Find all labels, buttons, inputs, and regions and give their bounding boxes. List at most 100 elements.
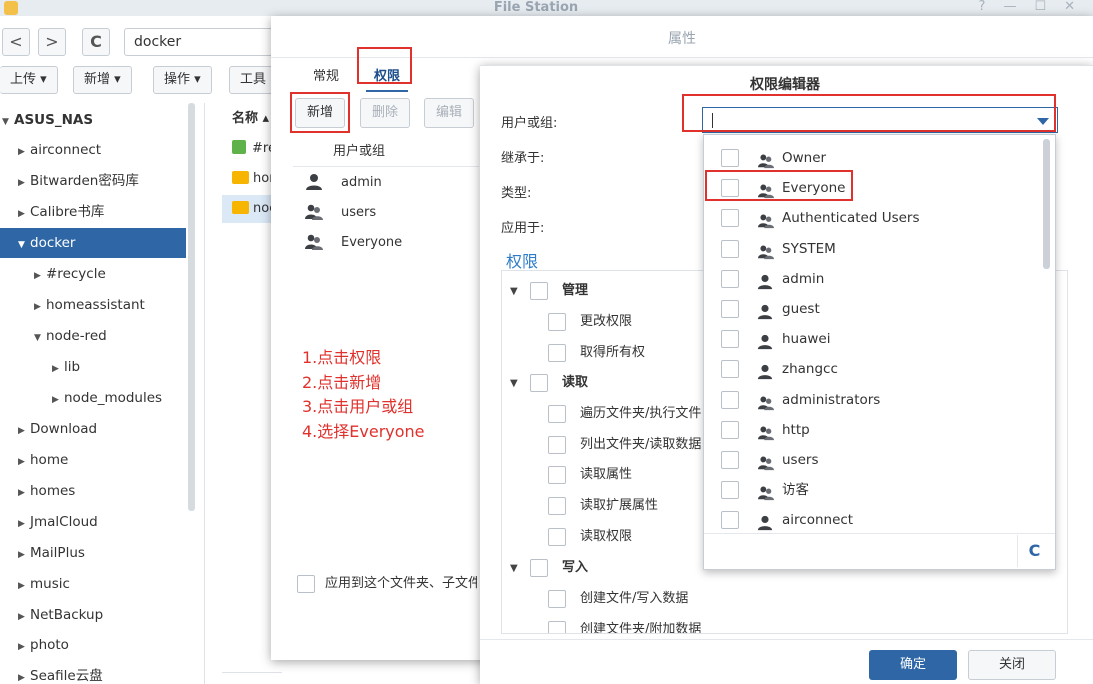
option-checkbox[interactable] xyxy=(721,451,739,469)
perm-checkbox[interactable] xyxy=(548,589,566,608)
dropdown-option[interactable]: administrators xyxy=(704,385,1042,415)
window-title: File Station xyxy=(493,0,579,15)
perm-checkbox[interactable] xyxy=(548,527,566,546)
tree-item-music[interactable]: ▶ music xyxy=(0,569,186,599)
dropdown-option[interactable]: airconnect xyxy=(704,505,1042,535)
dropdown-option[interactable]: admin xyxy=(704,264,1042,294)
option-checkbox[interactable] xyxy=(721,390,739,409)
permissions-section-title: 权限 xyxy=(506,252,539,271)
tree-item-jmalcloud[interactable]: ▶ JmalCloud xyxy=(0,507,186,537)
close-icon[interactable]: ✕ xyxy=(1064,0,1075,14)
dropdown-option[interactable]: Authenticated Users xyxy=(704,203,1042,233)
tree-item-bitwarden[interactable]: ▶ Bitwarden密码库 xyxy=(0,166,186,196)
close-button[interactable]: 关闭 xyxy=(968,650,1056,680)
create-button[interactable]: 新增 ▾ xyxy=(73,66,132,94)
perm-item[interactable]: 遍历文件夹/执行文件 xyxy=(548,399,701,429)
dropdown-option[interactable]: huawei xyxy=(704,324,1042,354)
instruction-step: 3.点击用户或组 xyxy=(302,397,414,416)
perm-checkbox[interactable] xyxy=(548,343,566,362)
perm-checkbox[interactable] xyxy=(548,435,566,454)
tree-item-recycle[interactable]: ▶ #recycle xyxy=(0,259,186,289)
perm-item[interactable]: 取得所有权 xyxy=(548,338,645,368)
perm-checkbox[interactable] xyxy=(548,496,566,515)
dropdown-option[interactable]: SYSTEM xyxy=(704,234,1042,264)
option-checkbox[interactable] xyxy=(721,149,739,167)
tree-item-home[interactable]: ▶ home xyxy=(0,445,186,475)
perm-checkbox[interactable] xyxy=(548,404,566,423)
option-label: Authenticated Users xyxy=(782,210,920,227)
operate-button[interactable]: 操作 ▾ xyxy=(153,66,212,94)
perm-item[interactable]: 创建文件夹/附加数据 xyxy=(548,615,701,633)
apply-subfolders-option[interactable]: 应用到这个文件夹、子文件 xyxy=(297,572,477,593)
table-row[interactable]: admin xyxy=(293,168,479,198)
perm-item[interactable]: 列出文件夹/读取数据 xyxy=(548,430,701,460)
ok-button[interactable]: 确定 xyxy=(869,650,957,680)
tree-item-mailplus[interactable]: ▶ MailPlus xyxy=(0,538,186,568)
maximize-icon[interactable]: ☐ xyxy=(1034,0,1046,14)
edit-button[interactable]: 编辑 xyxy=(424,98,475,128)
option-checkbox[interactable] xyxy=(721,330,739,349)
apply-subfolders-checkbox[interactable] xyxy=(297,574,315,593)
perm-item[interactable]: 读取扩展属性 xyxy=(548,491,658,521)
upload-button[interactable]: 上传 ▾ xyxy=(0,66,58,94)
option-checkbox[interactable] xyxy=(721,360,739,379)
option-checkbox[interactable] xyxy=(721,420,739,439)
chevron-right-icon: ▶ xyxy=(18,642,25,652)
table-row[interactable]: users xyxy=(293,198,479,228)
dropdown-option[interactable]: zhangcc xyxy=(704,354,1042,384)
perm-checkbox[interactable] xyxy=(530,373,548,392)
tree-item-photo[interactable]: ▶ photo xyxy=(0,630,186,660)
tree-item-homeassistant[interactable]: ▶ homeassistant xyxy=(0,290,186,320)
option-checkbox[interactable] xyxy=(721,209,739,228)
perm-checkbox[interactable] xyxy=(548,312,566,331)
option-checkbox[interactable] xyxy=(721,481,739,500)
refresh-button[interactable]: C xyxy=(82,28,110,56)
tree-item-airconnect[interactable]: ▶ airconnect xyxy=(0,135,186,165)
tab-general[interactable]: 常规 xyxy=(305,62,347,92)
perm-group-write[interactable]: ▼ 写入 xyxy=(510,553,588,583)
option-checkbox[interactable] xyxy=(721,300,739,318)
tree-item-calibre[interactable]: ▶ Calibre书库 xyxy=(0,197,186,227)
sidebar-scrollbar[interactable] xyxy=(188,103,195,511)
tree-item-netbackup[interactable]: ▶ NetBackup xyxy=(0,600,186,630)
dropdown-option[interactable]: http xyxy=(704,415,1042,445)
table-row[interactable]: Everyone xyxy=(293,228,479,258)
perm-item[interactable]: 更改权限 xyxy=(548,307,632,337)
tree-item-seafile[interactable]: ▶ Seafile云盘 xyxy=(0,661,186,684)
forward-button[interactable]: > xyxy=(38,28,66,56)
collapse-icon[interactable]: ▼ xyxy=(510,369,530,399)
tree-item-node-modules[interactable]: ▶ node_modules xyxy=(0,383,186,413)
perm-item[interactable]: 创建文件/写入数据 xyxy=(548,584,688,614)
tree-item-docker[interactable]: ▼ docker xyxy=(0,228,186,258)
dropdown-option[interactable]: guest xyxy=(704,294,1042,324)
perm-item[interactable]: 读取属性 xyxy=(548,460,632,490)
dropdown-scrollbar[interactable] xyxy=(1043,139,1050,269)
tree-root[interactable]: ▼ ASUS_NAS xyxy=(0,105,186,135)
dropdown-option[interactable]: users xyxy=(704,445,1042,475)
collapse-icon[interactable]: ▼ xyxy=(510,277,530,307)
delete-button[interactable]: 删除 xyxy=(360,98,411,128)
option-checkbox[interactable] xyxy=(721,239,739,258)
help-icon[interactable]: ? xyxy=(979,0,986,14)
refresh-icon[interactable]: C xyxy=(1017,535,1051,567)
collapse-icon[interactable]: ▼ xyxy=(510,554,530,584)
option-checkbox[interactable] xyxy=(721,511,739,530)
perm-item[interactable]: 读取权限 xyxy=(548,522,632,552)
dropdown-option[interactable]: 访客 xyxy=(704,475,1042,505)
option-checkbox[interactable] xyxy=(721,269,739,288)
tree-item-download[interactable]: ▶ Download xyxy=(0,414,186,444)
perm-checkbox[interactable] xyxy=(530,281,548,300)
recycle-icon xyxy=(232,140,246,154)
back-button[interactable]: < xyxy=(2,28,30,56)
perm-group-manage[interactable]: ▼ 管理 xyxy=(510,276,588,306)
perm-group-read[interactable]: ▼ 读取 xyxy=(510,368,588,398)
minimize-icon[interactable]: — xyxy=(1003,0,1016,14)
tree-item-homes[interactable]: ▶ homes xyxy=(0,476,186,506)
perm-checkbox[interactable] xyxy=(548,620,566,633)
perm-checkbox[interactable] xyxy=(548,465,566,484)
permission-editor-title: 权限编辑器 xyxy=(750,77,820,93)
tree-item-node-red[interactable]: ▼ node-red xyxy=(0,321,186,351)
tree-item-lib[interactable]: ▶ lib xyxy=(0,352,186,382)
perm-checkbox[interactable] xyxy=(530,558,548,577)
dropdown-option[interactable]: Owner xyxy=(704,143,1042,173)
